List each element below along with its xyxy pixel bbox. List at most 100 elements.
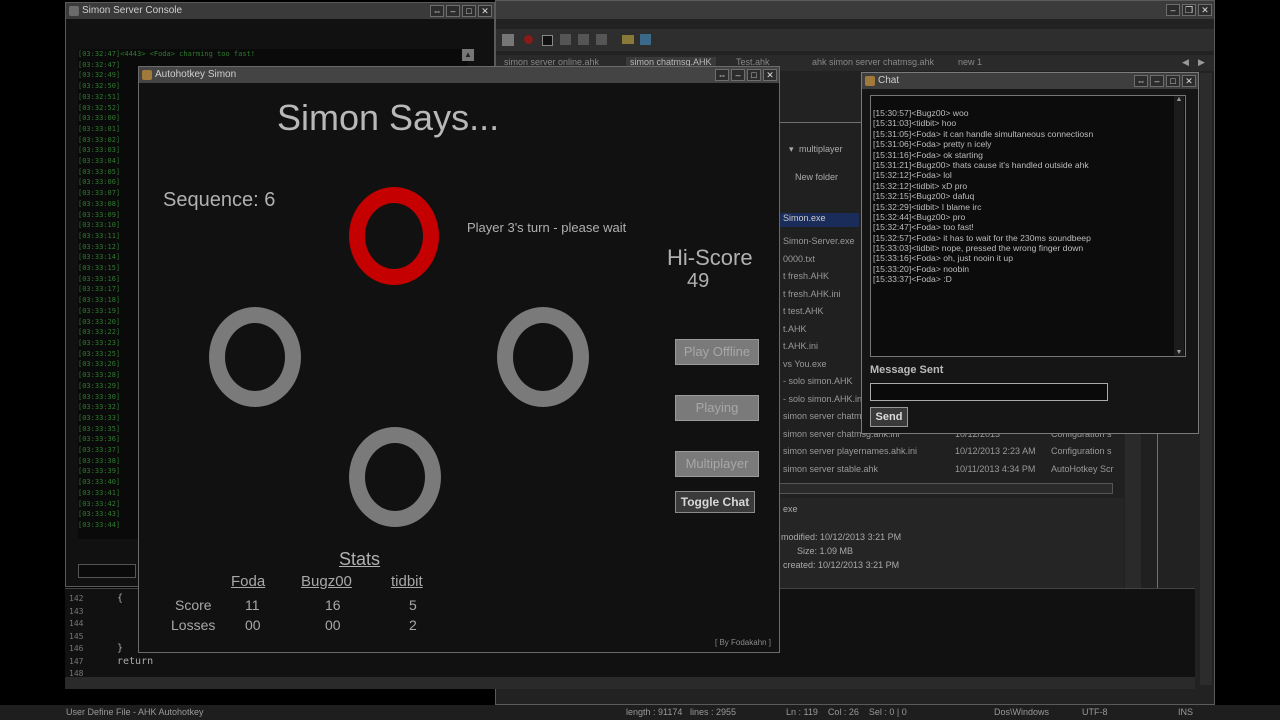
simon-maximize-button[interactable]: □	[747, 69, 761, 81]
losses-value: 00	[325, 617, 341, 633]
chat-message: [15:31:16]<Foda> ok starting	[873, 149, 983, 160]
chat-message: [15:32:15]<Bugz00> dafuq	[873, 191, 975, 202]
file-row[interactable]: simon server playernames.ahk.ini 10/12/2…	[783, 446, 1123, 456]
file-name: simon server stable.ahk	[783, 464, 879, 474]
status-length: length : 91174	[626, 707, 683, 717]
step-icon[interactable]	[578, 34, 589, 45]
losses-value: 00	[245, 617, 261, 633]
chat-message: [15:31:05]<Foda> it can handle simultane…	[873, 128, 1094, 139]
turn-status: Player 3's turn - please wait	[467, 220, 627, 235]
multiplayer-button[interactable]: Multiplayer	[675, 451, 759, 477]
editor-minimize-button[interactable]: –	[1166, 4, 1180, 16]
folder-icon[interactable]	[622, 35, 634, 44]
new-folder-button[interactable]: New folder	[795, 172, 838, 182]
chat-message: [15:32:57]<Foda> it has to wait for the …	[873, 232, 1091, 243]
simon-titlebar: Autohotkey Simon	[139, 67, 779, 83]
file-row[interactable]: simon server chatm	[783, 411, 862, 421]
plugin-icon[interactable]	[640, 34, 651, 45]
chat-minimize-button[interactable]: –	[1150, 75, 1164, 87]
console-restore-button[interactable]: ⇔	[430, 5, 444, 17]
file-row[interactable]: - solo simon.AHK	[783, 376, 853, 386]
console-scroll-up-button[interactable]: ▲	[462, 49, 474, 61]
simon-minimize-button[interactable]: –	[731, 69, 745, 81]
file-row[interactable]: simon server stable.ahk 10/11/2013 4:34 …	[783, 464, 1123, 474]
status-encoding: UTF-8	[1082, 707, 1108, 717]
explorer-address-bar: ▾ multiplayer	[779, 141, 859, 159]
chat-log[interactable]: [15:30:57]<Bugz00> woo [15:31:03]<tidbit>…	[870, 95, 1186, 357]
sequence-counter: Sequence: 6	[163, 189, 276, 211]
file-type: AutoHotkey Scr	[1051, 464, 1114, 474]
file-row[interactable]: 0000.txt	[783, 254, 815, 264]
file-row[interactable]: t.AHK.ini	[783, 341, 818, 351]
chat-window-title: Chat	[878, 75, 900, 86]
file-row[interactable]: t.AHK	[783, 324, 807, 334]
editor-vertical-scrollbar[interactable]	[1200, 73, 1212, 685]
file-row[interactable]: vs You.exe	[783, 359, 827, 369]
console-close-button[interactable]: ✕	[478, 5, 492, 17]
simon-pad-right[interactable]	[497, 307, 589, 407]
save-macro-icon[interactable]	[596, 34, 607, 45]
chat-close-button[interactable]: ✕	[1182, 75, 1196, 87]
file-row[interactable]: t test.AHK	[783, 306, 824, 316]
send-button[interactable]: Send	[870, 407, 908, 427]
editor-restore-button[interactable]: ❐	[1182, 4, 1196, 16]
code-horizontal-scrollbar[interactable]	[65, 677, 1195, 689]
console-minimize-button[interactable]: –	[446, 5, 460, 17]
editor-status-bar: User Define File - AHK Autohotkey length…	[0, 705, 1280, 720]
explorer-vertical-scrollbar[interactable]	[1125, 433, 1141, 593]
file-row[interactable]: - solo simon.AHK.ini	[783, 394, 864, 404]
playing-button[interactable]: Playing	[675, 395, 759, 421]
play-icon[interactable]	[560, 34, 571, 45]
scroll-down-icon[interactable]: ▼	[1174, 349, 1184, 356]
console-input[interactable]	[78, 564, 136, 578]
editor-tab[interactable]: ahk simon server chatmsg.ahk	[812, 57, 934, 67]
file-date: 10/12/2013 2:23 AM	[955, 446, 1036, 456]
credit-label: [ By Fodakahn ]	[715, 638, 772, 647]
editor-scroll-left-button[interactable]: ◀	[1182, 57, 1194, 69]
chat-message: [15:32:12]<tidbit> xD pro	[873, 180, 968, 191]
line-number: 146	[69, 644, 84, 653]
file-row-selected[interactable]: Simon.exe	[779, 213, 859, 227]
editor-scroll-right-button[interactable]: ▶	[1198, 57, 1210, 69]
file-row[interactable]: t fresh.AHK.ini	[783, 289, 841, 299]
file-name: 0000.txt	[783, 254, 816, 264]
editor-close-button[interactable]: ✕	[1198, 4, 1212, 16]
dropdown-arrow-icon[interactable]: ▾	[789, 144, 794, 155]
details-created: created: 10/12/2013 3:21 PM	[783, 560, 900, 570]
explorer-horizontal-scrollbar[interactable]	[779, 483, 1113, 494]
editor-tab[interactable]: new 1	[958, 57, 982, 67]
record-icon[interactable]	[524, 35, 533, 44]
chat-message: [15:32:44]<Bugz00> pro	[873, 211, 966, 222]
file-name: simon server playernames.ahk.ini	[783, 446, 918, 456]
file-type: Configuration s	[1051, 446, 1112, 456]
toggle-chat-button[interactable]: Toggle Chat	[675, 491, 755, 513]
details-extension: exe	[783, 504, 798, 514]
play-offline-button[interactable]: Play Offline	[675, 339, 759, 365]
chat-restore-button[interactable]: ⇔	[1134, 75, 1148, 87]
simon-pad-top-active[interactable]	[349, 187, 439, 285]
new-file-icon[interactable]	[502, 34, 514, 46]
file-row[interactable]: Simon-Server.exe	[783, 236, 855, 246]
code-line: return	[117, 655, 154, 667]
file-name: t test.AHK	[783, 306, 824, 316]
chat-app-icon	[865, 76, 875, 86]
simon-close-button[interactable]: ✕	[763, 69, 777, 81]
chat-maximize-button[interactable]: □	[1166, 75, 1180, 87]
stats-player-name: Bugz00	[301, 573, 352, 590]
stats-player-name: tidbit	[391, 573, 423, 590]
simon-restore-button[interactable]: ⇔	[715, 69, 729, 81]
chat-message-input[interactable]	[870, 383, 1108, 401]
losses-value: 2	[409, 617, 417, 633]
chat-scrollbar[interactable]: ▲ ▼	[1174, 96, 1184, 356]
simon-pad-bottom[interactable]	[349, 427, 441, 527]
simon-pad-left[interactable]	[209, 307, 301, 407]
chat-message: [15:33:03]<tidbit> nope, pressed the wro…	[873, 243, 1084, 254]
status-eol: Dos\Windows	[994, 707, 1050, 717]
file-row[interactable]: t fresh.AHK	[783, 271, 829, 281]
chat-message: [15:31:06]<Foda> pretty n icely	[873, 139, 992, 150]
line-number: 144	[69, 619, 84, 628]
scroll-up-icon[interactable]: ▲	[1174, 96, 1184, 103]
console-maximize-button[interactable]: □	[462, 5, 476, 17]
explorer-path[interactable]: multiplayer	[799, 144, 843, 154]
stop-icon[interactable]	[542, 35, 553, 46]
